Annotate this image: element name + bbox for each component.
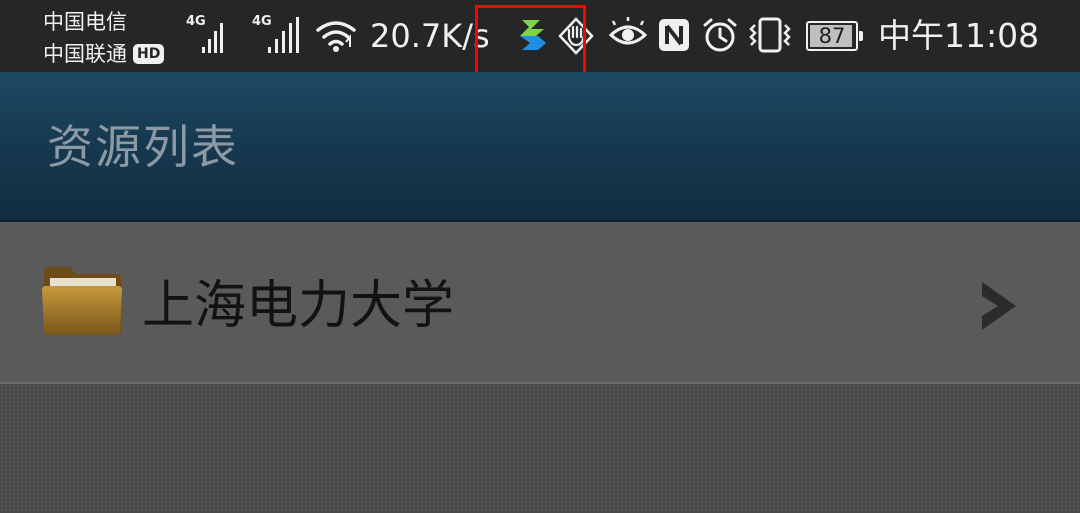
folder-icon [42,267,122,335]
list-background [0,384,1080,513]
carrier-2-label: 中国联通 [43,42,127,66]
battery-level: 87 [818,24,846,48]
status-clock: 中午11:08 [878,16,1040,55]
carrier-info: 中国电信 中国联通 HD [43,6,165,70]
vibrate-icon [749,17,791,53]
page-title: 资源列表 [47,120,239,174]
carrier-1-label: 中国电信 [43,10,127,34]
status-bar: 中国电信 中国联通 HD 4G 4G 20.7K/s 87 中午11:08 [0,0,1080,78]
wifi-icon [316,21,356,52]
hd-badge: HD [133,44,165,64]
network-speed: 20.7K/s [370,17,490,55]
chevron-right-icon [982,282,1016,330]
title-bar: 资源列表 [0,72,1080,222]
battery-icon: 87 [806,21,863,51]
list-item[interactable]: 上海电力大学 [0,222,1080,384]
highlight-box [475,5,586,78]
eye-icon [609,17,647,45]
alarm-icon [703,18,737,52]
nfc-icon [659,19,689,51]
list-item-label: 上海电力大学 [142,276,455,336]
